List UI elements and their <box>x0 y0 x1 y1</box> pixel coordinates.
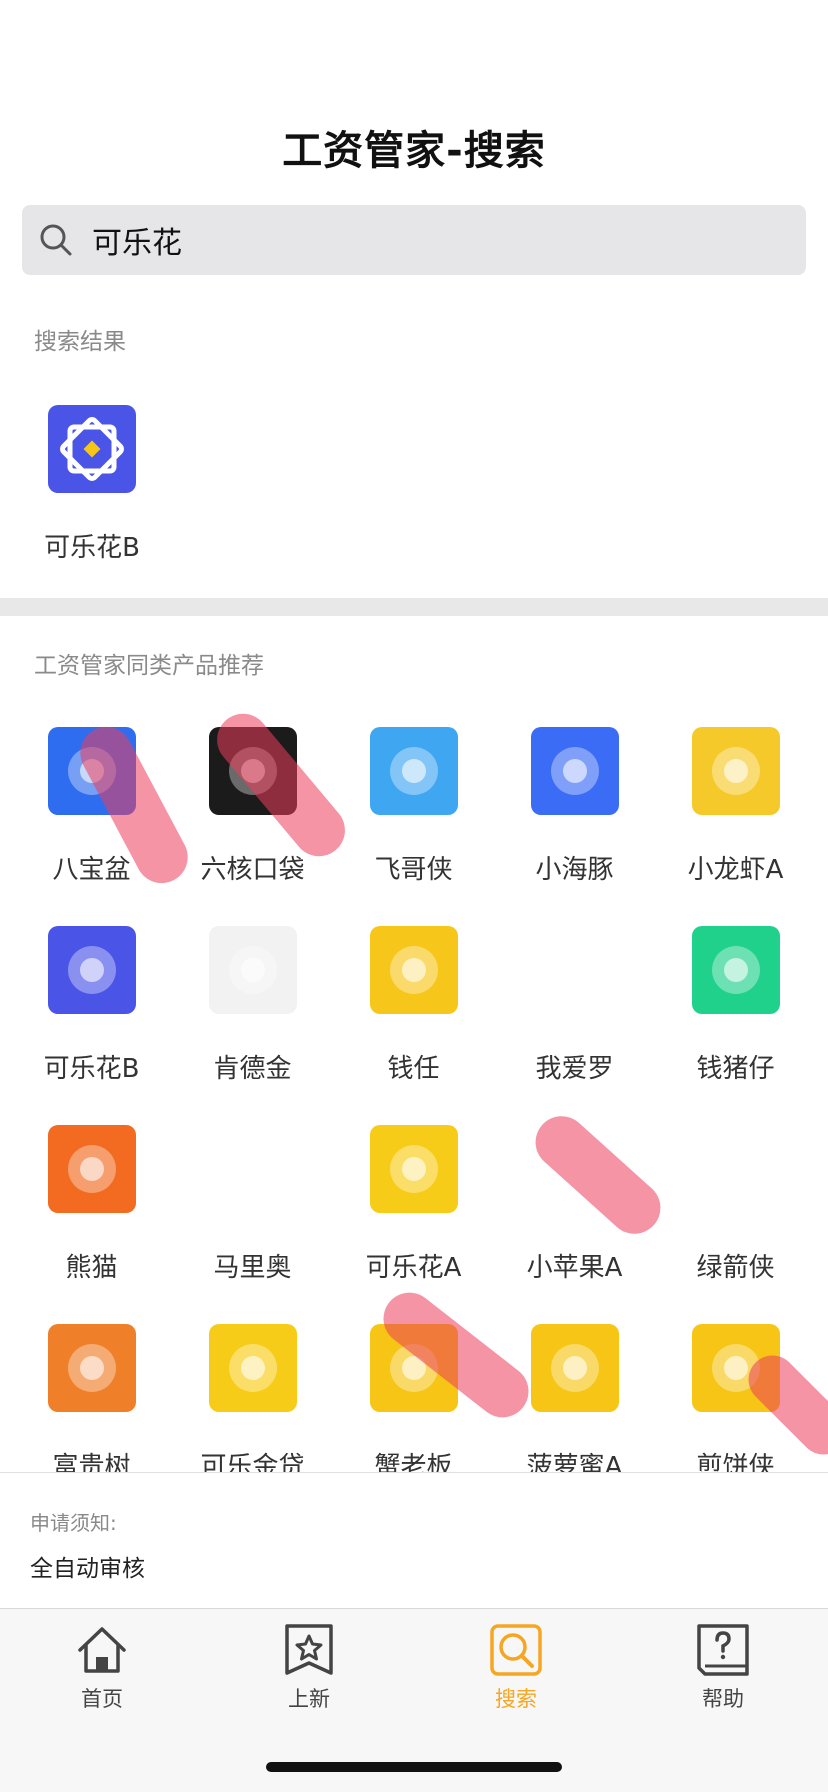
app-grid-item-name: 小苹果A <box>526 1253 623 1283</box>
tab-help-label: 帮助 <box>702 1687 744 1711</box>
jianbingxia-icon <box>691 1324 780 1412</box>
app-grid-item-name: 钱任 <box>387 1054 440 1084</box>
app-grid-item[interactable]: 小龙虾A <box>655 700 816 899</box>
piggy-icon <box>691 926 780 1014</box>
notice-panel: 申请须知: 全自动审核 <box>0 1472 828 1608</box>
mario-icon <box>208 1125 297 1213</box>
home-icon <box>75 1623 129 1677</box>
app-grid-item-name: 小海豚 <box>535 855 614 885</box>
app-grid-item[interactable]: 可乐金贷 <box>172 1297 333 1472</box>
archer-icon <box>691 1125 780 1213</box>
search-input[interactable]: 可乐花 <box>22 205 806 275</box>
search-query-text[interactable]: 可乐花 <box>92 218 182 262</box>
crab-icon <box>369 1324 458 1412</box>
app-grid-item[interactable]: 菠萝蜜A <box>494 1297 655 1472</box>
app-grid-item[interactable]: 煎饼侠 <box>655 1297 816 1472</box>
page-title: 工资管家-搜索 <box>282 128 546 174</box>
app-grid-item-name: 马里奥 <box>213 1253 292 1283</box>
section-divider <box>0 598 828 616</box>
app-grid-item[interactable]: 我爱罗 <box>494 899 655 1098</box>
notice-label: 申请须知: <box>30 1511 117 1535</box>
app-grid-item-name: 八宝盆 <box>52 855 131 885</box>
kelejindai-icon <box>208 1324 297 1412</box>
app-grid-item[interactable]: 可乐花A <box>333 1098 494 1297</box>
app-grid-item-name: 蟹老板 <box>374 1452 453 1472</box>
home-indicator[interactable] <box>266 1762 562 1772</box>
boluomi-icon <box>530 1324 619 1412</box>
help-icon <box>696 1623 750 1677</box>
app-grid-item-name: 我爱罗 <box>535 1054 614 1084</box>
tab-home[interactable]: 首页 <box>42 1623 162 1713</box>
app-grid-item[interactable]: 可乐花B <box>11 899 172 1098</box>
app-grid-item-name: 可乐花A <box>365 1253 462 1283</box>
feigexia-icon <box>369 727 458 815</box>
recommend-grid-viewport[interactable]: 八宝盆 六核口袋 飞哥侠 小海豚 小龙虾A 可乐花B 肯德金 钱任 我爱罗 钱猪仔熊猫 马里奥 可乐花… <box>0 700 828 1472</box>
tab-help[interactable]: 帮助 <box>663 1623 783 1713</box>
recommend-grid: 八宝盆 六核口袋 飞哥侠 小海豚 小龙虾A 可乐花B 肯德金 钱任 我爱罗 钱猪仔熊猫 马里奥 可乐花… <box>11 700 828 1472</box>
app-grid-item[interactable]: 八宝盆 <box>11 700 172 899</box>
app-grid-item[interactable]: 富贵树 <box>11 1297 172 1472</box>
recommend-label: 工资管家同类产品推荐 <box>34 653 264 679</box>
dolphin-icon <box>530 727 619 815</box>
qianren-icon <box>369 926 458 1014</box>
liuhe-icon <box>208 727 297 815</box>
search-result-name: 可乐花B <box>44 533 140 563</box>
gaara-icon <box>530 926 619 1014</box>
app-grid-item[interactable]: 肯德金 <box>172 899 333 1098</box>
app-grid-item[interactable]: 六核口袋 <box>172 700 333 899</box>
search-results-label: 搜索结果 <box>34 329 126 355</box>
apple-icon <box>530 1125 619 1213</box>
app-grid-item[interactable]: 钱任 <box>333 899 494 1098</box>
search-icon <box>36 220 76 260</box>
search-result-item[interactable]: 可乐花B <box>38 405 146 564</box>
app-grid-item-name: 熊猫 <box>65 1253 118 1283</box>
tab-search[interactable]: 搜索 <box>456 1623 576 1713</box>
app-grid-item-name: 小龙虾A <box>687 855 784 885</box>
search-icon <box>489 1623 543 1677</box>
app-grid-item[interactable]: 熊猫 <box>11 1098 172 1297</box>
app-grid-item[interactable]: 绿箭侠 <box>655 1098 816 1297</box>
tab-search-label: 搜索 <box>495 1687 537 1711</box>
notice-text: 全自动审核 <box>30 1556 145 1582</box>
app-grid-item-name: 可乐金贷 <box>200 1452 305 1472</box>
kelehua-b-icon <box>47 926 136 1014</box>
app-grid-item[interactable]: 钱猪仔 <box>655 899 816 1098</box>
tree-icon <box>47 1324 136 1412</box>
app-grid-item-name: 可乐花B <box>43 1054 140 1084</box>
crayfish-icon <box>691 727 780 815</box>
app-grid-item-name: 菠萝蜜A <box>526 1452 623 1472</box>
app-grid-item-name: 肯德金 <box>213 1054 292 1084</box>
tab-new[interactable]: 上新 <box>249 1623 369 1713</box>
kelehua-b-icon <box>48 405 136 493</box>
app-grid-item[interactable]: 蟹老板 <box>333 1297 494 1472</box>
babaopen-icon <box>47 727 136 815</box>
tab-new-label: 上新 <box>288 1687 330 1711</box>
app-grid-item-name: 飞哥侠 <box>374 855 453 885</box>
star-bookmark-icon <box>282 1623 336 1677</box>
app-grid-item-name: 钱猪仔 <box>696 1054 775 1084</box>
panda-icon <box>47 1125 136 1213</box>
app-grid-item[interactable]: 马里奥 <box>172 1098 333 1297</box>
app-grid-item[interactable]: 小苹果A <box>494 1098 655 1297</box>
tab-home-label: 首页 <box>81 1687 123 1711</box>
app-grid-item-name: 绿箭侠 <box>696 1253 775 1283</box>
kelehua-a-icon <box>369 1125 458 1213</box>
app-grid-item-name: 煎饼侠 <box>696 1452 775 1472</box>
app-grid-item[interactable]: 小海豚 <box>494 700 655 899</box>
app-grid-item-name: 富贵树 <box>52 1452 131 1472</box>
app-grid-item-name: 六核口袋 <box>200 855 305 885</box>
kendejin-icon <box>208 926 297 1014</box>
app-grid-item[interactable]: 飞哥侠 <box>333 700 494 899</box>
